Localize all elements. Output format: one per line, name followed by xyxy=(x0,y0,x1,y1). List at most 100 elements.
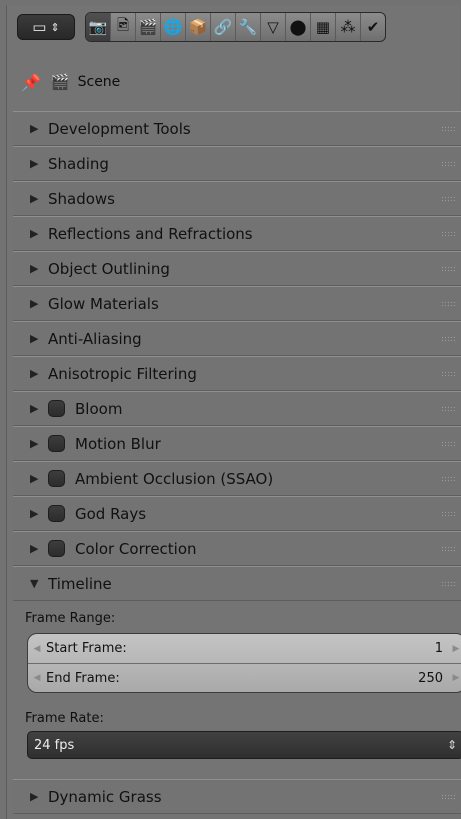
tab-texture[interactable]: ▦ xyxy=(311,13,336,41)
section-title: Anti-Aliasing xyxy=(48,329,142,348)
collapsed-triangle-icon: ▶ xyxy=(30,472,39,485)
collapsed-sections: ▶ Development Tools ▶ Shading ▶ Shadows ▶ Refle… xyxy=(13,111,461,566)
tab-constraints[interactable]: 🔗 xyxy=(211,13,236,41)
section-shadows[interactable]: ▶ Shadows xyxy=(13,181,461,216)
collapsed-triangle-icon: ▶ xyxy=(30,192,39,205)
expanded-triangle-icon: ▼ xyxy=(30,577,39,590)
scene-icon: 🎬 xyxy=(50,73,70,91)
collapsed-triangle-icon: ▶ xyxy=(30,297,39,310)
section-glow-materials[interactable]: ▶ Glow Materials xyxy=(13,286,461,321)
drag-grip-icon[interactable] xyxy=(441,126,455,132)
collapsed-triangle-icon: ▶ xyxy=(30,542,39,555)
drag-grip-icon[interactable] xyxy=(441,196,455,202)
tab-scene[interactable]: 🎬 xyxy=(136,13,161,41)
enable-checkbox[interactable] xyxy=(48,400,65,417)
section-title: Glow Materials xyxy=(48,294,159,313)
tab-material[interactable]: ⬤ xyxy=(286,13,311,41)
scene-icon: 🎬 xyxy=(138,18,158,36)
drag-grip-icon[interactable] xyxy=(441,161,455,167)
pin-icon[interactable]: 📌 xyxy=(21,73,41,92)
collapsed-triangle-icon: ▶ xyxy=(30,437,39,450)
tab-particles[interactable]: ⁂ xyxy=(336,13,361,41)
section-god-rays[interactable]: ▶ God Rays xyxy=(13,496,461,531)
texture-icon: ▦ xyxy=(315,18,331,36)
section-title: Reflections and Refractions xyxy=(48,224,253,243)
enable-checkbox[interactable] xyxy=(48,540,65,557)
section-title: Ambient Occlusion (SSAO) xyxy=(75,469,274,488)
tab-world[interactable]: 🌐 xyxy=(161,13,186,41)
tab-data[interactable]: ▽ xyxy=(261,13,286,41)
section-reflections-and-refractions[interactable]: ▶ Reflections and Refractions xyxy=(13,216,461,251)
decrement-arrow-icon[interactable]: ◀ xyxy=(28,644,46,654)
properties-window: ▭ ⇕ 📷 🖻 🎬 🌐 📦 🔗 🔧 ▽ ⬤ ▦ ⁂ ✔ 📌 🎬 Scene ▶ Development … xyxy=(0,0,461,819)
section-anisotropic-filtering[interactable]: ▶ Anisotropic Filtering xyxy=(13,356,461,391)
frame-range-group: ◀ Start Frame: 1 ▶ ◀ End Frame: 250 ▶ xyxy=(27,633,461,693)
drag-grip-icon[interactable] xyxy=(441,581,455,587)
collapsed-triangle-icon: ▶ xyxy=(30,790,39,803)
drag-grip-icon[interactable] xyxy=(441,441,455,447)
increment-arrow-icon[interactable]: ▶ xyxy=(447,644,461,654)
drag-grip-icon[interactable] xyxy=(441,231,455,237)
render-icon: 📷 xyxy=(88,18,108,36)
editor-type-arrows-icon: ⇕ xyxy=(50,20,60,34)
frame-rate-label: Frame Rate: xyxy=(25,711,104,726)
end-frame-label: End Frame: xyxy=(46,670,120,686)
enable-checkbox[interactable] xyxy=(48,470,65,487)
section-object-outlining[interactable]: ▶ Object Outlining xyxy=(13,251,461,286)
frame-range-label: Frame Range: xyxy=(25,611,116,626)
world-icon: 🌐 xyxy=(163,18,183,36)
render-layers-icon: 🖻 xyxy=(116,15,130,34)
drag-grip-icon[interactable] xyxy=(441,406,455,412)
drag-grip-icon[interactable] xyxy=(441,476,455,482)
collapsed-triangle-icon: ▶ xyxy=(30,157,39,170)
end-frame-value: 250 xyxy=(418,670,443,686)
tab-render-layers[interactable]: 🖻 xyxy=(111,13,136,41)
section-motion-blur[interactable]: ▶ Motion Blur xyxy=(13,426,461,461)
increment-arrow-icon[interactable]: ▶ xyxy=(447,673,461,683)
object-icon: 📦 xyxy=(188,18,208,36)
drag-grip-icon[interactable] xyxy=(441,266,455,272)
tab-modifiers[interactable]: 🔧 xyxy=(236,13,261,41)
section-title: Timeline xyxy=(48,574,112,593)
collapsed-triangle-icon: ▶ xyxy=(30,262,39,275)
collapsed-triangle-icon: ▶ xyxy=(30,402,39,415)
section-shading[interactable]: ▶ Shading xyxy=(13,146,461,181)
drag-grip-icon[interactable] xyxy=(441,336,455,342)
drag-grip-icon[interactable] xyxy=(441,546,455,552)
drag-grip-icon[interactable] xyxy=(441,301,455,307)
section-title: Shading xyxy=(48,154,109,173)
section-anti-aliasing[interactable]: ▶ Anti-Aliasing xyxy=(13,321,461,356)
section-color-correction[interactable]: ▶ Color Correction xyxy=(13,531,461,566)
section-ambient-occlusion-ssao[interactable]: ▶ Ambient Occlusion (SSAO) xyxy=(13,461,461,496)
drag-grip-icon[interactable] xyxy=(441,794,455,800)
decrement-arrow-icon[interactable]: ◀ xyxy=(28,673,46,683)
section-title: Bloom xyxy=(75,399,123,418)
tab-render[interactable]: 📷 xyxy=(86,13,111,41)
section-title: Development Tools xyxy=(48,119,191,138)
modifiers-icon: 🔧 xyxy=(238,18,258,36)
timeline-body: Frame Range: ◀ Start Frame: 1 ▶ ◀ End Fr… xyxy=(13,601,461,779)
editor-type-button[interactable]: ▭ ⇕ xyxy=(17,14,75,40)
section-bloom[interactable]: ▶ Bloom xyxy=(13,391,461,426)
particles-icon: ⁂ xyxy=(340,18,356,36)
enable-checkbox[interactable] xyxy=(48,435,65,452)
properties-panel: ▭ ⇕ 📷 🖻 🎬 🌐 📦 🔗 🔧 ▽ ⬤ ▦ ⁂ ✔ 📌 🎬 Scene ▶ Development … xyxy=(6,5,461,819)
section-dynamic-grass[interactable]: ▶ Dynamic Grass xyxy=(13,779,461,814)
panel-list: ▶ Development Tools ▶ Shading ▶ Shadows ▶ Refle… xyxy=(13,111,461,814)
collapsed-triangle-icon: ▶ xyxy=(30,227,39,240)
frame-rate-select[interactable]: 24 fps ⇕ xyxy=(27,731,461,759)
section-development-tools[interactable]: ▶ Development Tools xyxy=(13,111,461,146)
tab-physics[interactable]: ✔ xyxy=(361,13,385,41)
properties-toolbar: ▭ ⇕ 📷 🖻 🎬 🌐 📦 🔗 🔧 ▽ ⬤ ▦ ⁂ ✔ xyxy=(17,11,453,43)
section-title: Color Correction xyxy=(75,539,197,558)
section-timeline[interactable]: ▼ Timeline xyxy=(13,566,461,601)
tab-object[interactable]: 📦 xyxy=(186,13,211,41)
end-frame-field[interactable]: ◀ End Frame: 250 ▶ xyxy=(28,663,461,692)
drag-grip-icon[interactable] xyxy=(441,371,455,377)
section-title: Dynamic Grass xyxy=(48,787,162,806)
constraints-icon: 🔗 xyxy=(213,18,233,36)
start-frame-field[interactable]: ◀ Start Frame: 1 ▶ xyxy=(28,634,461,663)
physics-icon: ✔ xyxy=(366,18,380,36)
enable-checkbox[interactable] xyxy=(48,505,65,522)
drag-grip-icon[interactable] xyxy=(441,511,455,517)
